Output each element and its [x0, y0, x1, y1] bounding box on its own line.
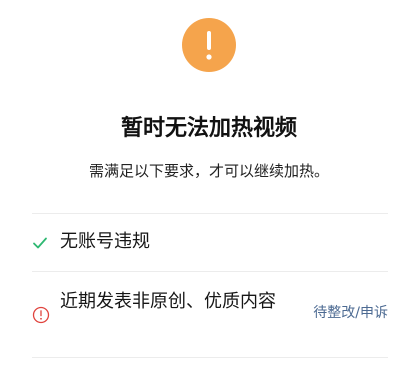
- requirement-label: 无账号违规: [60, 231, 150, 252]
- rectify-appeal-link[interactable]: 待整改/申诉: [313, 302, 388, 324]
- warning-badge: [182, 18, 236, 72]
- divider: [32, 357, 388, 358]
- exclamation-icon: [206, 31, 212, 60]
- requirement-item-no-violation: 无账号违规: [32, 214, 388, 271]
- check-icon: [33, 237, 47, 249]
- requirement-label: 近期发表非原创、优质内容: [60, 291, 276, 312]
- dialog-title: 暂时无法加热视频: [120, 116, 297, 141]
- requirement-item-original-content: 近期发表非原创、优质内容 待整改/申诉: [32, 272, 388, 357]
- info-circle-icon: [32, 306, 50, 324]
- dialog-subtitle: 需满足以下要求，才可以继续加热。: [88, 162, 329, 180]
